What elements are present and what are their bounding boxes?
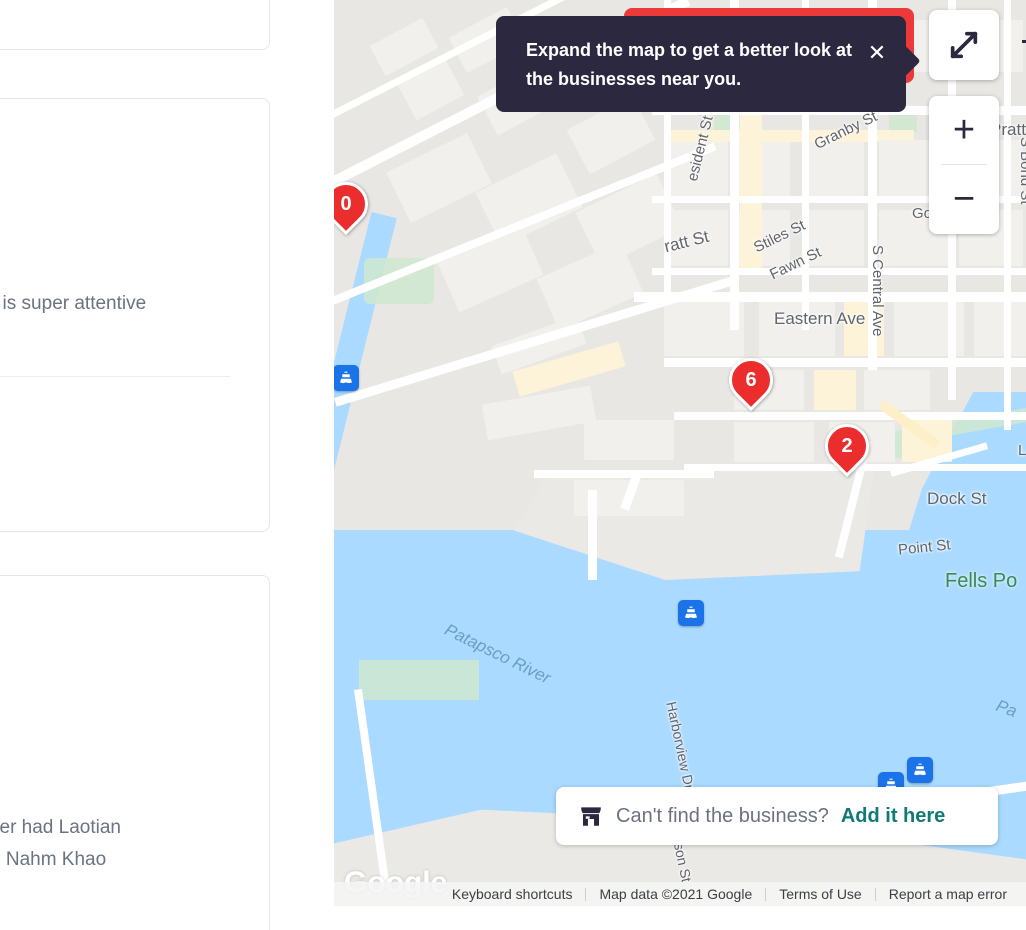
road (664, 358, 1026, 367)
road (652, 268, 1026, 275)
expand-map-button[interactable] (929, 10, 999, 80)
city-block (804, 140, 864, 196)
road (588, 490, 597, 580)
ferry-icon[interactable] (334, 365, 359, 391)
review-snippet-line: e Nahm Khao (0, 849, 107, 870)
city-block (397, 59, 465, 121)
road (1004, 0, 1011, 430)
city-block (759, 300, 835, 356)
expand-arrows-icon (950, 31, 978, 59)
city-block (844, 300, 884, 356)
city-block (734, 422, 814, 462)
map-canvas[interactable]: E Baltimore St E Pratt St Granby St esid… (334, 0, 1026, 906)
city-block (974, 300, 1026, 356)
result-card[interactable] (0, 0, 270, 50)
terms-of-use-link[interactable]: Terms of Use (766, 886, 874, 902)
expand-map-tooltip: Expand the map to get a better look at t… (496, 16, 921, 112)
add-business-bar[interactable]: Can't find the business? Add it here (556, 787, 998, 845)
zoom-controls: + − (929, 96, 999, 234)
zoom-out-button[interactable]: − (929, 165, 999, 233)
park-area (359, 660, 479, 700)
ferry-icon[interactable] (907, 757, 933, 783)
marker-count: 6 (745, 368, 757, 391)
review-snippet-text: f is super attentive (0, 293, 147, 314)
report-map-error-link[interactable]: Report a map error (876, 886, 1020, 902)
results-panel: f is super attentive ver had Laotian e N… (0, 0, 334, 930)
city-block (664, 210, 728, 266)
map-attribution-bar: Keyboard shortcuts Map data ©2021 Google… (334, 882, 1026, 906)
road (534, 470, 714, 478)
marker-count: 0 (340, 192, 352, 215)
map-search-page: f is super attentive ver had Laotian e N… (0, 0, 1026, 930)
city-block (804, 210, 864, 266)
result-card[interactable] (0, 575, 270, 930)
keyboard-shortcuts-link[interactable]: Keyboard shortcuts (439, 886, 586, 902)
page-bottom-spacer (334, 906, 1026, 930)
city-block (814, 370, 856, 410)
tooltip-message: Expand the map to get a better look at t… (526, 40, 853, 89)
water-body (934, 560, 1026, 680)
city-block (864, 370, 930, 410)
marker-count: 2 (841, 434, 853, 457)
city-block (481, 385, 597, 441)
storefront-icon (581, 807, 601, 826)
review-snippet-line: ver had Laotian (0, 817, 121, 838)
edge-accent (1022, 40, 1026, 43)
review-snippet-text: ver had Laotian e Nahm Khao (0, 812, 121, 876)
ferry-icon[interactable] (678, 600, 704, 626)
city-block (584, 420, 674, 460)
map-data-copyright: Map data ©2021 Google (599, 886, 753, 902)
add-business-prompt: Can't find the business? (616, 804, 829, 827)
card-divider (0, 376, 230, 377)
close-icon[interactable]: ✕ (862, 38, 892, 68)
zoom-in-button[interactable]: + (929, 96, 999, 164)
add-business-link[interactable]: Add it here (841, 805, 945, 828)
road (634, 292, 1026, 302)
road (674, 412, 1026, 420)
